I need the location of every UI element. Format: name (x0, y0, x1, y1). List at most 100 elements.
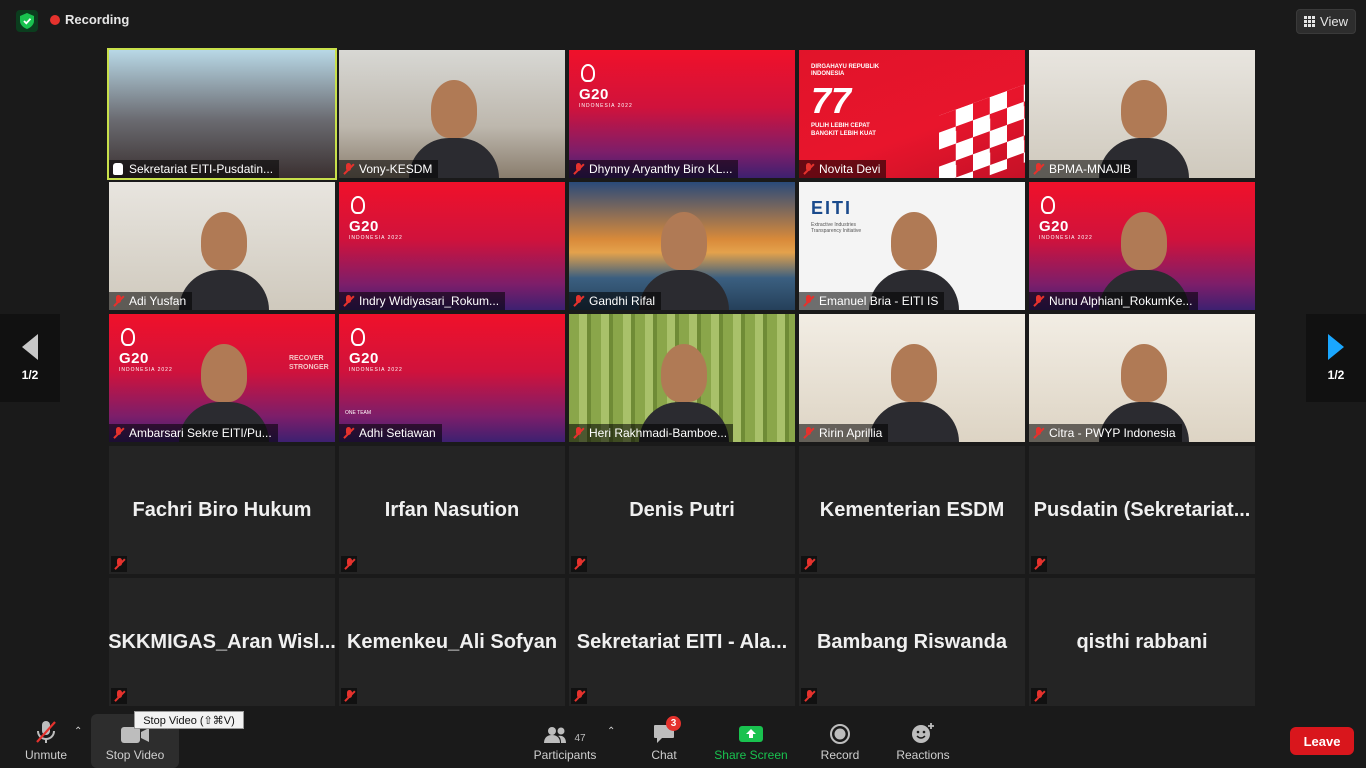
participant-video-tile[interactable]: DIRGAHAYU REPUBLIK INDONESIA 77 PULIH LEBI… (799, 50, 1025, 178)
security-shield-icon[interactable] (16, 10, 38, 32)
participant-name-tile[interactable]: Irfan Nasution (339, 446, 565, 574)
muted-mic-icon (573, 295, 584, 307)
record-icon (830, 720, 850, 744)
dirgahayu-text: DIRGAHAYU REPUBLIK INDONESIA (811, 64, 880, 77)
audio-options-caret-icon[interactable]: ⌃ (74, 726, 82, 737)
view-label: View (1320, 14, 1348, 29)
g20-text: G20 (349, 350, 379, 367)
participant-name-tile[interactable]: Denis Putri (569, 446, 795, 574)
muted-mic-icon (113, 427, 124, 439)
participant-name-label: Indry Widiyasari_Rokum... (339, 292, 506, 310)
muted-indicator (801, 556, 817, 572)
reactions-button[interactable]: Reactions (892, 720, 954, 762)
participant-video-tile[interactable]: Gandhi Rifal (569, 182, 795, 310)
participant-display-name: Kemenkeu_Ali Sofyan (346, 630, 558, 653)
participant-name-label: Novita Devi (799, 160, 887, 178)
person-head (201, 344, 247, 402)
muted-mic-icon (114, 558, 125, 570)
participant-name-tile[interactable]: Fachri Biro Hukum (109, 446, 335, 574)
participant-display-name: Denis Putri (629, 498, 735, 521)
participant-name: Adhi Setiawan (359, 426, 436, 440)
recording-label: Recording (65, 12, 130, 27)
share-screen-button[interactable]: Share Screen (710, 720, 792, 762)
chat-button[interactable]: 3 Chat (646, 716, 682, 762)
participant-name-label: Sekretariat EITI-Pusdatin... (109, 160, 280, 178)
participant-video-tile[interactable]: Ririn Aprillia (799, 314, 1025, 442)
participant-display-name: Sekretariat EITI - Ala... (576, 630, 788, 653)
muted-indicator (1031, 556, 1047, 572)
arrow-right-icon (1328, 334, 1344, 360)
view-button[interactable]: View (1296, 9, 1356, 34)
eiti-subtext: Extractive Industries Transparency Initi… (811, 222, 862, 234)
participant-name-tile[interactable]: Pusdatin (Sekretariat... (1029, 446, 1255, 574)
next-page-button[interactable]: 1/2 (1306, 314, 1366, 402)
participant-video-tile[interactable]: G20 INDONESIA 2022 Nunu Alphiani_RokumKe..… (1029, 182, 1255, 310)
participant-video-tile[interactable]: G20 INDONESIA 2022 ONE TEAM Adhi Setiawan (339, 314, 565, 442)
video-feed (109, 50, 335, 178)
participant-name: Ambarsari Sekre EITI/Pu... (129, 426, 272, 440)
participant-name-tile[interactable]: Kemenkeu_Ali Sofyan (339, 578, 565, 706)
g20-ornament-icon (1041, 196, 1055, 214)
muted-mic-icon (574, 558, 585, 570)
participant-name-label: BPMA-MNAJIB (1029, 160, 1138, 178)
muted-indicator (111, 688, 127, 704)
leave-button[interactable]: Leave (1290, 727, 1354, 755)
participant-video-tile[interactable]: EITI Extractive Industries Transparency I… (799, 182, 1025, 310)
participant-video-tile[interactable]: BPMA-MNAJIB (1029, 50, 1255, 178)
participant-video-tile[interactable]: G20 INDONESIA 2022 Dhynny Aryanthy Biro KL… (569, 50, 795, 178)
g20-logo: G20 INDONESIA 2022 (579, 64, 633, 109)
muted-mic-icon (803, 295, 814, 307)
participants-label: Participants (533, 748, 597, 762)
person-head (1121, 344, 1167, 402)
g20-ornament-icon (351, 328, 365, 346)
recording-indicator[interactable]: Recording (50, 12, 129, 27)
muted-mic-icon (35, 720, 57, 744)
recover-stronger-text: RECOVER STRONGER (289, 355, 329, 371)
muted-indicator (111, 556, 127, 572)
participant-video-tile[interactable]: Adi Yusfan (109, 182, 335, 310)
muted-indicator (341, 688, 357, 704)
eiti-logo-text: EITI (811, 198, 853, 218)
participant-name: Emanuel Bria - EITI IS (819, 294, 939, 308)
record-button[interactable]: Record (816, 720, 864, 762)
muted-mic-icon (344, 558, 355, 570)
unmute-button[interactable]: Unmute (22, 720, 70, 762)
person-head (431, 80, 477, 138)
reactions-smiley-icon (911, 720, 935, 744)
muted-indicator (571, 688, 587, 704)
participant-name-label: Heri Rakhmadi-Bamboe... (569, 424, 734, 442)
participant-video-tile[interactable]: Vony-KESDM (339, 50, 565, 178)
participant-video-tile[interactable]: G20 INDONESIA 2022 RECOVER STRONGER Ambarsa… (109, 314, 335, 442)
participant-name: Vony-KESDM (359, 162, 433, 176)
person-head (891, 212, 937, 270)
participant-display-name: Pusdatin (Sekretariat... (1033, 498, 1251, 521)
muted-mic-icon (804, 558, 815, 570)
participant-video-tile[interactable]: Citra - PWYP Indonesia (1029, 314, 1255, 442)
participant-video-tile[interactable]: G20 INDONESIA 2022 Indry Widiyasari_Rokum.… (339, 182, 565, 310)
participant-name-tile[interactable]: qisthi rabbani (1029, 578, 1255, 706)
muted-mic-icon (343, 163, 354, 175)
participant-name: Heri Rakhmadi-Bamboe... (589, 426, 728, 440)
person-head (891, 344, 937, 402)
participant-name: Nunu Alphiani_RokumKe... (1049, 294, 1193, 308)
participants-button[interactable]: 47 Participants (528, 720, 602, 762)
person-head (1121, 212, 1167, 270)
participant-name-tile[interactable]: SKKMIGAS_Aran Wisl... (109, 578, 335, 706)
participant-video-tile[interactable]: Heri Rakhmadi-Bamboe... (569, 314, 795, 442)
stop-video-tooltip: Stop Video (⇧⌘V) (134, 711, 244, 729)
g20-subtext: INDONESIA 2022 (579, 103, 633, 109)
participant-name-label: Citra - PWYP Indonesia (1029, 424, 1182, 442)
participants-options-caret-icon[interactable]: ⌃ (607, 726, 615, 737)
participant-name: BPMA-MNAJIB (1049, 162, 1132, 176)
person-head (661, 212, 707, 270)
participant-name-tile[interactable]: Bambang Riswanda (799, 578, 1025, 706)
share-screen-icon (739, 720, 763, 744)
participant-name-tile[interactable]: Sekretariat EITI - Ala... (569, 578, 795, 706)
muted-mic-icon (343, 427, 354, 439)
participant-name-tile[interactable]: Kementerian ESDM (799, 446, 1025, 574)
participant-video-tile[interactable]: Sekretariat EITI-Pusdatin... (107, 48, 337, 180)
participant-name-label: Ririn Aprillia (799, 424, 889, 442)
g20-text: G20 (579, 86, 609, 103)
one-team-text: ONE TEAM (345, 410, 372, 416)
previous-page-button[interactable]: 1/2 (0, 314, 60, 402)
